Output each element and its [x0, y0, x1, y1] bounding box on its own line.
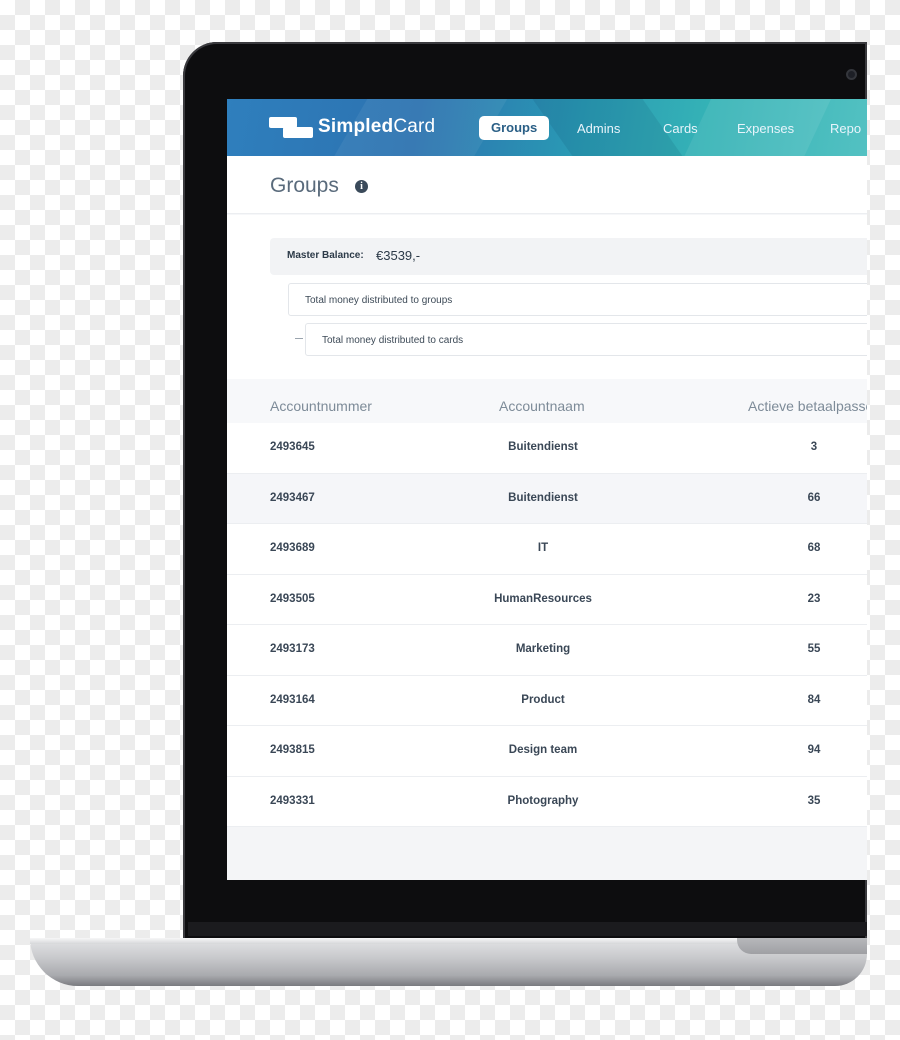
account-name: Product	[521, 693, 565, 706]
groups-distribution[interactable]: Total money distributed to groups	[288, 283, 867, 316]
laptop-bezel-bottom	[188, 922, 867, 936]
active-cards: 68	[807, 542, 821, 554]
cards-distribution-label: Total money distributed to cards	[322, 335, 464, 346]
active-cards: 35	[807, 794, 821, 807]
master-balance-value: €3539,-	[376, 248, 421, 263]
account-number: 2493467	[270, 491, 315, 504]
table-row[interactable]: 2493505 HumanResources 23	[227, 574, 867, 625]
logo-bold: Simpled	[318, 116, 394, 137]
account-number: 2493505	[270, 592, 315, 605]
active-cards: 3	[810, 441, 818, 453]
cards-distribution[interactable]: Total money distributed to cards	[305, 323, 867, 356]
nav-item-groups[interactable]: Groups	[479, 116, 550, 140]
nav-item-expenses[interactable]: Expenses	[737, 117, 794, 141]
balance-panel: Master Balance: €3539,- Total money dist…	[227, 215, 867, 379]
groups-distribution-label: Total money distributed to groups	[305, 295, 453, 306]
account-number: 2493164	[270, 693, 315, 706]
account-name: Buitendienst	[508, 491, 578, 504]
account-number: 2493173	[270, 643, 315, 655]
active-cards: 23	[807, 592, 821, 605]
account-name: HumanResources	[494, 592, 592, 605]
account-name: IT	[537, 542, 549, 554]
column-header-accountnummer[interactable]: Accountnummer	[270, 398, 372, 414]
table-row[interactable]: 2493173 Marketing 55	[227, 625, 867, 676]
table-row[interactable]: 2493331 Photography 35	[227, 776, 867, 827]
account-name: Marketing	[515, 643, 571, 655]
logo-light: Card	[393, 116, 436, 137]
active-cards: 84	[807, 693, 821, 706]
column-header-actieve-betaalpassen[interactable]: Actieve betaalpasse	[748, 398, 867, 414]
tree-connector	[295, 338, 303, 339]
account-number: 2493689	[270, 542, 315, 554]
master-balance-label: Master Balance:	[287, 250, 364, 261]
nav-item-admins[interactable]: Admins	[577, 117, 620, 141]
account-number: 2493815	[270, 744, 315, 756]
account-number: 2493645	[270, 441, 315, 453]
table-row[interactable]: 2493645 Buitendienst 3	[227, 423, 867, 474]
account-number: 2493331	[270, 794, 315, 807]
table-row[interactable]: 2493164 Product 84	[227, 675, 867, 726]
logo-text[interactable]: SimpledCard	[318, 116, 435, 138]
table-header: Accountnummer Accountnaam Actieve betaal…	[227, 379, 867, 423]
logo-icon[interactable]	[269, 117, 313, 139]
account-name: Photography	[507, 794, 579, 807]
table-row[interactable]: 2493467 Buitendienst 66	[227, 473, 867, 524]
column-header-accountnaam[interactable]: Accountnaam	[499, 398, 585, 414]
groups-table-body: 2493645 Buitendienst 3 2493467 Buitendie…	[227, 423, 867, 827]
laptop-hinge	[737, 938, 867, 954]
info-icon[interactable]: i	[355, 180, 368, 193]
top-navbar: SimpledCard Groups Admins Cards Expenses…	[227, 99, 867, 156]
active-cards: 66	[807, 491, 821, 504]
page-header: Groups i	[227, 156, 867, 214]
nav-item-cards[interactable]: Cards	[663, 117, 698, 141]
active-cards: 94	[807, 744, 821, 756]
page-footer-space	[227, 827, 867, 880]
page-title: Groups	[270, 174, 339, 197]
screen: SimpledCard Groups Admins Cards Expenses…	[227, 99, 867, 880]
account-name: Buitendienst	[508, 441, 578, 453]
table-row[interactable]: 2493689 IT 68	[227, 524, 867, 575]
account-name: Design team	[508, 744, 578, 756]
active-cards: 55	[807, 643, 821, 655]
camera-icon	[846, 69, 857, 80]
nav-item-reports[interactable]: Repo	[830, 117, 861, 141]
table-row[interactable]: 2493815 Design team 94	[227, 726, 867, 777]
master-balance: Master Balance: €3539,-	[270, 238, 867, 275]
